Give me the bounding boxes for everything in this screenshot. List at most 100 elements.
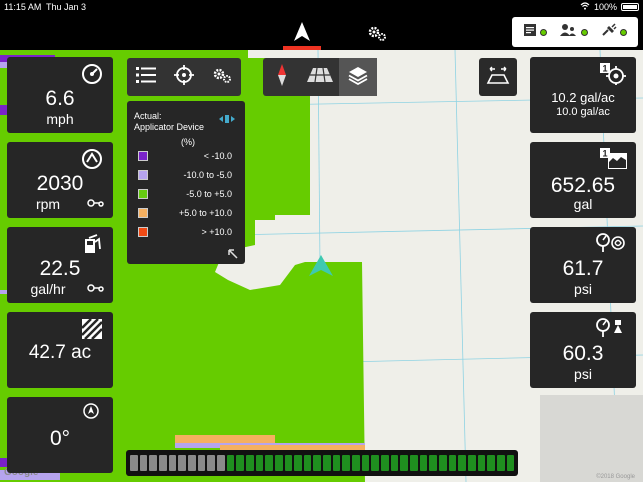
legend-swatch [138,189,148,199]
section-segment [294,455,302,471]
swap-layer-icon[interactable] [219,114,235,126]
section-segment [352,455,360,471]
pump-pressure-value: 61.7 [562,257,604,280]
section-segment [496,455,505,471]
section-segment [303,455,312,471]
fuel-rate-tile[interactable]: 22.5 gal/hr [7,227,113,303]
users-icon [559,23,578,42]
section-segment [390,455,399,471]
pump-pressure-tile[interactable]: 61.7 psi [530,227,636,303]
section-segment [313,455,322,471]
compass-heading-icon [83,403,99,424]
speed-unit: mph [46,111,74,127]
gears-icon [211,65,233,90]
section-segment [130,455,138,471]
section-segment [236,455,244,471]
map-toolbar-left [127,58,241,96]
engine-rpm-value: 2030 [36,172,84,195]
legend-item: -5.0 to +5.0 [138,189,238,199]
application-rate-value: 10.2 gal/ac [551,90,615,105]
system-status-group[interactable] [512,17,638,47]
status-right: 100% [580,0,639,14]
section-segment [400,455,409,471]
section-segment [342,455,351,471]
section-segment [323,455,331,471]
nozzle-pressure-tile[interactable]: 60.3 psi [530,312,636,388]
status-users[interactable] [559,23,588,42]
legend-swatch [138,227,148,237]
wifi-icon [580,0,590,14]
legend-swatch [138,151,148,161]
battery-icon [621,3,639,11]
navigation-arrow-icon[interactable] [293,22,311,47]
target-rate-icon: 1 [600,63,626,90]
area-hatch-icon [81,318,103,345]
pressure-nozzle-icon [596,318,626,343]
nozzle-pressure-unit: psi [574,366,592,382]
legend-item: > +10.0 [138,227,238,237]
legend-list-button[interactable] [127,58,165,96]
status-time: 11:15 AM [4,2,42,12]
section-segment [506,455,515,471]
section-segment [207,455,215,471]
tank-volume-tile[interactable]: 1 652.65 gal [530,142,636,218]
legend-label: < -10.0 [203,151,232,161]
status-connection[interactable] [601,22,628,42]
section-segment [467,455,476,471]
section-segment [255,455,264,471]
document-icon [523,23,537,42]
map-settings-button[interactable] [203,58,241,96]
area-value: 42.7 ac [28,342,92,363]
swath-width-icon [486,65,510,90]
engine-rpm-tile[interactable]: 2030 rpm [7,142,113,218]
tile-badge: 1 [602,149,607,159]
legend-panel: Actual: Applicator Device (%) < -10.0 -1… [127,101,245,264]
area-tile[interactable]: 42.7 ac [7,312,113,388]
legend-item: -10.0 to -5.0 [138,170,238,180]
legend-label: -10.0 to -5.0 [183,170,232,180]
speed-tile[interactable]: 6.6 mph [7,57,113,133]
legend-item: < -10.0 [138,151,238,161]
map-copyright: ©2018 Google [596,474,635,480]
heading-tile[interactable]: 0° [7,397,113,473]
tank-volume-unit: gal [573,196,593,212]
swath-width-button[interactable] [479,58,517,96]
section-segment [487,455,495,471]
north-up-button[interactable] [263,58,301,96]
section-segment [265,455,273,471]
map-toolbar-view [263,58,377,96]
map-layers-button[interactable] [339,58,377,96]
section-segment [216,455,225,471]
battery-percent: 100% [593,2,617,12]
section-segment [139,455,148,471]
legend-label: > +10.0 [201,227,232,237]
engine-rpm-unit: rpm [35,196,61,212]
status-documents[interactable] [523,23,547,42]
engine-rpm-icon [81,148,103,175]
pressure-pump-icon [596,233,626,258]
layers-list-icon [136,66,156,89]
status-date: Thu Jan 3 [46,2,87,12]
section-segment [371,455,380,471]
perspective-view-button[interactable] [301,58,339,96]
gears-icon[interactable] [366,23,388,43]
center-vehicle-button[interactable] [165,58,203,96]
tractor-icon [87,194,105,212]
collapse-arrow-icon[interactable] [228,246,238,264]
application-rate-tile[interactable]: 1 10.2 gal/ac 10.0 gal/ac [530,57,636,133]
section-segment [458,455,466,471]
perspective-grid-icon [307,67,333,87]
legend-label: -5.0 to +5.0 [186,189,232,199]
legend-label: +5.0 to +10.0 [178,208,232,218]
section-segment [168,455,177,471]
heading-value: 0° [49,427,71,450]
crosshair-icon [174,64,194,90]
section-segment [361,455,370,471]
speed-value: 6.6 [45,87,75,110]
pump-pressure-unit: psi [574,281,592,297]
status-bar: 11:15 AM Thu Jan 3 100% [0,0,643,14]
section-segment [439,455,447,471]
status-dot [539,28,547,36]
tank-volume-value: 652.65 [550,174,616,197]
legend-unit: (%) [181,137,195,147]
